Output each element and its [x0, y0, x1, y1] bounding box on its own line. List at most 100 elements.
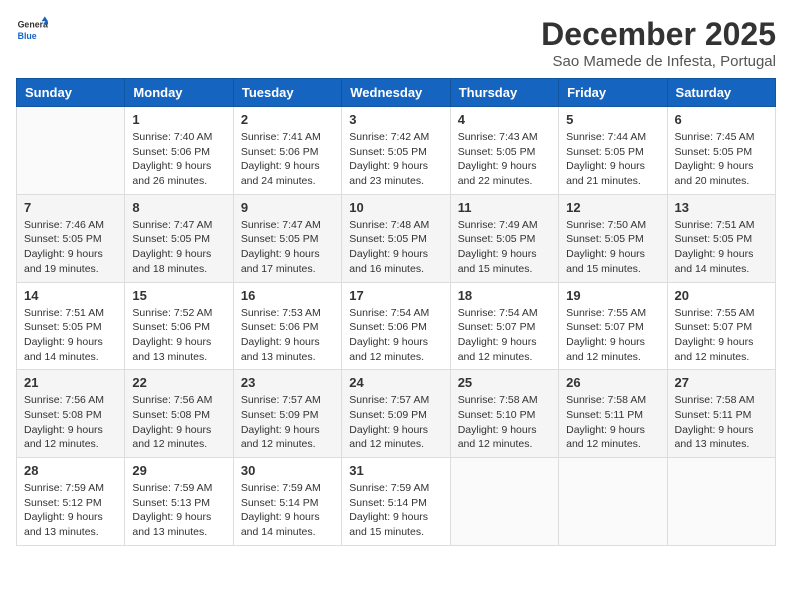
- calendar-cell: 16Sunrise: 7:53 AM Sunset: 5:06 PM Dayli…: [233, 282, 341, 370]
- day-number: 18: [458, 288, 551, 303]
- calendar-cell: 26 Sunrise: 7:58 AM Sunset: 5:11 PM Dayli…: [559, 370, 667, 458]
- calendar-cell: 28 Sunrise: 7:59 AM Sunset: 5:12 PM Dayli…: [17, 458, 125, 546]
- day-info: Sunrise: 7:58 AM Sunset: 5:10 PM Dayligh…: [458, 393, 551, 452]
- calendar-cell: 12Sunrise: 7:50 AM Sunset: 5:05 PM Dayli…: [559, 194, 667, 282]
- weekday-header-monday: Monday: [125, 79, 233, 107]
- day-info: Sunrise: 7:53 AM Sunset: 5:06 PM Dayligh…: [241, 306, 334, 365]
- day-number: 20: [675, 288, 768, 303]
- day-info: Sunrise: 7:59 AM Sunset: 5:13 PM Dayligh…: [132, 481, 225, 540]
- day-number: 31: [349, 463, 442, 478]
- day-info: Sunrise: 7:48 AM Sunset: 5:05 PM Dayligh…: [349, 218, 442, 277]
- weekday-header-wednesday: Wednesday: [342, 79, 450, 107]
- day-info: Sunrise: 7:47 AM Sunset: 5:05 PM Dayligh…: [132, 218, 225, 277]
- calendar-cell: 9 Sunrise: 7:47 AM Sunset: 5:05 PM Daylig…: [233, 194, 341, 282]
- calendar-cell: 23 Sunrise: 7:57 AM Sunset: 5:09 PM Dayli…: [233, 370, 341, 458]
- day-info: Sunrise: 7:55 AM Sunset: 5:07 PM Dayligh…: [675, 306, 768, 365]
- day-info: Sunrise: 7:52 AM Sunset: 5:06 PM Dayligh…: [132, 306, 225, 365]
- day-info: Sunrise: 7:54 AM Sunset: 5:07 PM Dayligh…: [458, 306, 551, 365]
- day-info: Sunrise: 7:59 AM Sunset: 5:14 PM Dayligh…: [241, 481, 334, 540]
- day-info: Sunrise: 7:58 AM Sunset: 5:11 PM Dayligh…: [566, 393, 659, 452]
- day-number: 22: [132, 375, 225, 390]
- calendar-week-row: 28 Sunrise: 7:59 AM Sunset: 5:12 PM Dayli…: [17, 458, 776, 546]
- day-info: Sunrise: 7:45 AM Sunset: 5:05 PM Dayligh…: [675, 130, 768, 189]
- calendar-cell: [17, 107, 125, 195]
- day-info: Sunrise: 7:57 AM Sunset: 5:09 PM Dayligh…: [241, 393, 334, 452]
- day-number: 10: [349, 200, 442, 215]
- day-info: Sunrise: 7:41 AM Sunset: 5:06 PM Dayligh…: [241, 130, 334, 189]
- day-number: 15: [132, 288, 225, 303]
- calendar-cell: 29 Sunrise: 7:59 AM Sunset: 5:13 PM Dayli…: [125, 458, 233, 546]
- calendar-cell: 4Sunrise: 7:43 AM Sunset: 5:05 PM Daylig…: [450, 107, 558, 195]
- day-number: 8: [132, 200, 225, 215]
- calendar-cell: 17Sunrise: 7:54 AM Sunset: 5:06 PM Dayli…: [342, 282, 450, 370]
- calendar-cell: 20 Sunrise: 7:55 AM Sunset: 5:07 PM Dayli…: [667, 282, 775, 370]
- day-info: Sunrise: 7:42 AM Sunset: 5:05 PM Dayligh…: [349, 130, 442, 189]
- weekday-header-saturday: Saturday: [667, 79, 775, 107]
- day-info: Sunrise: 7:56 AM Sunset: 5:08 PM Dayligh…: [132, 393, 225, 452]
- day-number: 21: [24, 375, 117, 390]
- logo-icon: General Blue: [16, 16, 48, 44]
- day-number: 19: [566, 288, 659, 303]
- day-info: Sunrise: 7:58 AM Sunset: 5:11 PM Dayligh…: [675, 393, 768, 452]
- logo: General Blue: [16, 16, 48, 44]
- calendar-cell: 31Sunrise: 7:59 AM Sunset: 5:14 PM Dayli…: [342, 458, 450, 546]
- calendar-cell: 21Sunrise: 7:56 AM Sunset: 5:08 PM Dayli…: [17, 370, 125, 458]
- day-info: Sunrise: 7:49 AM Sunset: 5:05 PM Dayligh…: [458, 218, 551, 277]
- calendar-week-row: 7 Sunrise: 7:46 AM Sunset: 5:05 PM Daylig…: [17, 194, 776, 282]
- day-number: 30: [241, 463, 334, 478]
- calendar-cell: 6 Sunrise: 7:45 AM Sunset: 5:05 PM Daylig…: [667, 107, 775, 195]
- day-number: 4: [458, 112, 551, 127]
- title-area: December 2025 Sao Mamede de Infesta, Por…: [541, 16, 776, 70]
- calendar-table: SundayMondayTuesdayWednesdayThursdayFrid…: [16, 78, 776, 546]
- calendar-cell: 27 Sunrise: 7:58 AM Sunset: 5:11 PM Dayli…: [667, 370, 775, 458]
- day-info: Sunrise: 7:51 AM Sunset: 5:05 PM Dayligh…: [24, 306, 117, 365]
- calendar-cell: 15 Sunrise: 7:52 AM Sunset: 5:06 PM Dayli…: [125, 282, 233, 370]
- day-number: 11: [458, 200, 551, 215]
- day-number: 6: [675, 112, 768, 127]
- day-number: 14: [24, 288, 117, 303]
- calendar-cell: 13Sunrise: 7:51 AM Sunset: 5:05 PM Dayli…: [667, 194, 775, 282]
- day-info: Sunrise: 7:40 AM Sunset: 5:06 PM Dayligh…: [132, 130, 225, 189]
- weekday-header-row: SundayMondayTuesdayWednesdayThursdayFrid…: [17, 79, 776, 107]
- weekday-header-sunday: Sunday: [17, 79, 125, 107]
- calendar-cell: 11 Sunrise: 7:49 AM Sunset: 5:05 PM Dayli…: [450, 194, 558, 282]
- day-number: 17: [349, 288, 442, 303]
- day-number: 29: [132, 463, 225, 478]
- calendar-cell: [450, 458, 558, 546]
- day-number: 23: [241, 375, 334, 390]
- day-number: 26: [566, 375, 659, 390]
- calendar-cell: 1 Sunrise: 7:40 AM Sunset: 5:06 PM Daylig…: [125, 107, 233, 195]
- calendar-cell: 3Sunrise: 7:42 AM Sunset: 5:05 PM Daylig…: [342, 107, 450, 195]
- calendar-week-row: 14 Sunrise: 7:51 AM Sunset: 5:05 PM Dayli…: [17, 282, 776, 370]
- calendar-cell: 22 Sunrise: 7:56 AM Sunset: 5:08 PM Dayli…: [125, 370, 233, 458]
- calendar-week-row: 1 Sunrise: 7:40 AM Sunset: 5:06 PM Daylig…: [17, 107, 776, 195]
- day-info: Sunrise: 7:44 AM Sunset: 5:05 PM Dayligh…: [566, 130, 659, 189]
- svg-text:Blue: Blue: [18, 31, 37, 41]
- day-number: 28: [24, 463, 117, 478]
- day-info: Sunrise: 7:59 AM Sunset: 5:12 PM Dayligh…: [24, 481, 117, 540]
- day-info: Sunrise: 7:51 AM Sunset: 5:05 PM Dayligh…: [675, 218, 768, 277]
- day-info: Sunrise: 7:57 AM Sunset: 5:09 PM Dayligh…: [349, 393, 442, 452]
- day-number: 9: [241, 200, 334, 215]
- calendar-cell: 8 Sunrise: 7:47 AM Sunset: 5:05 PM Daylig…: [125, 194, 233, 282]
- calendar-cell: 14 Sunrise: 7:51 AM Sunset: 5:05 PM Dayli…: [17, 282, 125, 370]
- weekday-header-tuesday: Tuesday: [233, 79, 341, 107]
- day-number: 27: [675, 375, 768, 390]
- day-number: 1: [132, 112, 225, 127]
- calendar-cell: 5Sunrise: 7:44 AM Sunset: 5:05 PM Daylig…: [559, 107, 667, 195]
- calendar-cell: [667, 458, 775, 546]
- calendar-cell: 19Sunrise: 7:55 AM Sunset: 5:07 PM Dayli…: [559, 282, 667, 370]
- day-info: Sunrise: 7:46 AM Sunset: 5:05 PM Dayligh…: [24, 218, 117, 277]
- day-number: 7: [24, 200, 117, 215]
- day-info: Sunrise: 7:50 AM Sunset: 5:05 PM Dayligh…: [566, 218, 659, 277]
- day-number: 2: [241, 112, 334, 127]
- month-title: December 2025: [541, 16, 776, 53]
- header: General Blue December 2025 Sao Mamede de…: [16, 16, 776, 70]
- day-info: Sunrise: 7:47 AM Sunset: 5:05 PM Dayligh…: [241, 218, 334, 277]
- weekday-header-friday: Friday: [559, 79, 667, 107]
- calendar-cell: 2 Sunrise: 7:41 AM Sunset: 5:06 PM Daylig…: [233, 107, 341, 195]
- calendar-cell: 7 Sunrise: 7:46 AM Sunset: 5:05 PM Daylig…: [17, 194, 125, 282]
- location-subtitle: Sao Mamede de Infesta, Portugal: [541, 53, 776, 70]
- calendar-cell: 10 Sunrise: 7:48 AM Sunset: 5:05 PM Dayli…: [342, 194, 450, 282]
- calendar-cell: 18 Sunrise: 7:54 AM Sunset: 5:07 PM Dayli…: [450, 282, 558, 370]
